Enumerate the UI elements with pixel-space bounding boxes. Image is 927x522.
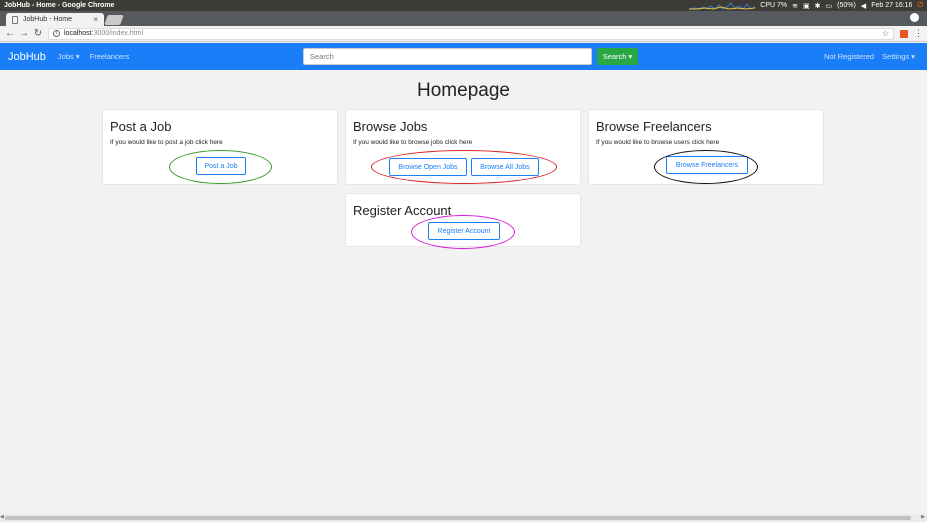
- battery-level: (50%): [837, 2, 856, 9]
- brand-logo[interactable]: JobHub: [8, 51, 46, 63]
- extension-icon[interactable]: [900, 29, 908, 38]
- wifi-icon[interactable]: ≋: [792, 2, 798, 10]
- browser-menu-icon[interactable]: ⋮: [914, 28, 923, 39]
- system-tray: CPU 7% ≋ ▣ ✱ ▭ (50%) ◀ Feb 27 16:16 ⏻: [689, 1, 923, 10]
- not-registered-link[interactable]: Not Registered: [824, 52, 874, 61]
- cpu-graph-icon: [689, 1, 756, 10]
- nav-freelancers[interactable]: Freelancers: [90, 52, 130, 61]
- info-icon[interactable]: i: [53, 30, 60, 37]
- browse-freelancers-card: Browse Freelancers If you would like to …: [588, 109, 824, 185]
- bluetooth-icon[interactable]: ✱: [815, 2, 821, 10]
- power-icon[interactable]: ⏻: [917, 2, 923, 10]
- scroll-left-icon[interactable]: ◀: [0, 514, 4, 520]
- post-job-title: Post a Job: [110, 119, 172, 134]
- back-icon[interactable]: ←: [4, 28, 16, 39]
- clock[interactable]: Feb 27 16:16: [871, 2, 912, 9]
- register-account-title: Register Account: [353, 203, 452, 218]
- tab-title: JobHub - Home: [23, 16, 73, 23]
- new-tab-button[interactable]: [104, 15, 124, 25]
- settings-dropdown[interactable]: Settings ▾: [882, 52, 915, 61]
- browse-open-jobs-button[interactable]: Browse Open Jobs: [389, 158, 467, 176]
- search-button[interactable]: Search ▾: [597, 48, 638, 65]
- browse-all-jobs-button[interactable]: Browse All Jobs: [471, 158, 539, 176]
- scroll-right-icon[interactable]: ▶: [921, 514, 925, 520]
- search-input[interactable]: [303, 48, 592, 65]
- browse-freelancers-button[interactable]: Browse Freelancers: [666, 156, 748, 174]
- url-bar[interactable]: i localhost :3000/index.html ☆: [48, 27, 894, 40]
- nav-jobs-dropdown[interactable]: Jobs ▾: [58, 52, 80, 61]
- post-job-button[interactable]: Post a Job: [196, 157, 246, 175]
- reload-icon[interactable]: ↻: [32, 28, 44, 39]
- browse-freelancers-title: Browse Freelancers: [596, 119, 712, 134]
- post-job-card: Post a Job If you would like to post a j…: [102, 109, 338, 185]
- os-top-bar: JobHub - Home - Google Chrome CPU 7% ≋ ▣…: [0, 0, 927, 11]
- bookmark-star-icon[interactable]: ☆: [882, 29, 889, 38]
- cpu-usage: CPU 7%: [760, 2, 788, 9]
- scrollbar-thumb[interactable]: [5, 516, 911, 520]
- post-job-text: If you would like to post a job click he…: [110, 139, 223, 146]
- page-icon: [12, 15, 18, 24]
- tab-close-icon[interactable]: ×: [93, 15, 98, 24]
- site-navbar: JobHub Jobs ▾ Freelancers Search ▾ Not R…: [0, 43, 927, 70]
- volume-icon[interactable]: ◀: [861, 2, 866, 10]
- page-title: Homepage: [417, 80, 510, 101]
- browser-tab[interactable]: JobHub - Home ×: [6, 13, 104, 26]
- url-host: localhost: [64, 30, 92, 37]
- horizontal-scrollbar[interactable]: ◀ ▶: [0, 514, 927, 522]
- forward-icon[interactable]: →: [18, 28, 30, 39]
- browse-freelancers-text: If you would like to browse users click …: [596, 139, 720, 146]
- register-account-button[interactable]: Register Account: [428, 222, 500, 240]
- battery-icon[interactable]: ▭: [825, 2, 832, 10]
- keyboard-layout-icon[interactable]: ▣: [803, 2, 810, 10]
- browser-tab-strip: JobHub - Home ×: [0, 11, 927, 26]
- url-path: :3000/index.html: [91, 30, 144, 37]
- window-title: JobHub - Home - Google Chrome: [4, 2, 115, 9]
- browse-jobs-title: Browse Jobs: [353, 119, 428, 134]
- register-account-card: Register Account Register Account: [345, 193, 581, 247]
- search-group: Search ▾: [303, 48, 638, 65]
- profile-icon[interactable]: [910, 13, 919, 22]
- browse-jobs-text: If you would like to browse jobs click h…: [353, 139, 473, 146]
- browse-jobs-card: Browse Jobs If you would like to browse …: [345, 109, 581, 185]
- address-bar-row: ← → ↻ i localhost :3000/index.html ☆ ⋮: [0, 26, 927, 42]
- navbar-right: Not Registered Settings ▾: [824, 43, 915, 70]
